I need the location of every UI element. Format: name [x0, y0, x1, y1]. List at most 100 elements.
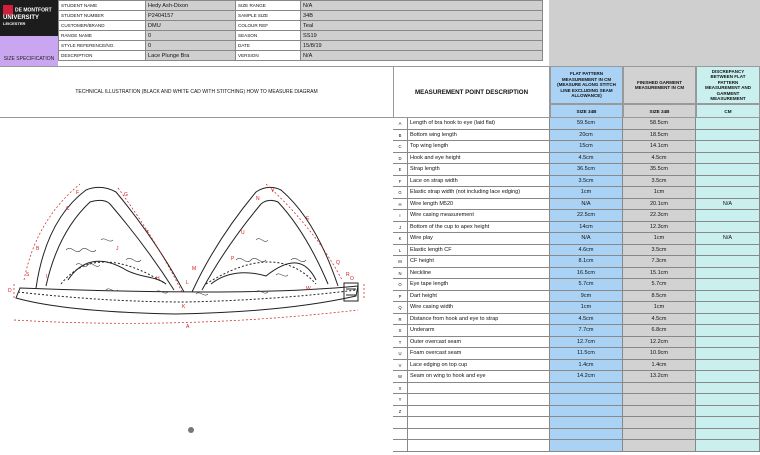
- bra-technical-illustration: A B C D E F G H I J K L M N O P QR S T U V W: [8, 183, 365, 330]
- row-flat-value: 1.4cm: [550, 359, 623, 371]
- row-letter: R: [393, 313, 408, 325]
- diagram-letter-label: Q: [336, 260, 340, 266]
- row-flat-value: 5.7cm: [550, 279, 623, 291]
- row-discrepancy-value: [696, 313, 760, 325]
- diagram-letter-label: M: [192, 266, 196, 272]
- diagram-letter-label: A: [186, 324, 190, 330]
- row-description: Eye tape length: [408, 279, 550, 291]
- row-letter: C: [393, 141, 408, 153]
- header-value: DMU: [145, 20, 236, 31]
- row-discrepancy-value: [696, 336, 760, 348]
- diagram-letter-label: D: [8, 288, 12, 294]
- table-row: [393, 428, 760, 440]
- row-discrepancy-value: [696, 417, 760, 429]
- row-flat-value: 16.5cm: [550, 267, 623, 279]
- table-row: Z: [393, 405, 760, 417]
- row-discrepancy-value: [696, 348, 760, 360]
- row-finished-value: 58.5cm: [623, 118, 696, 130]
- row-description: Seam on wing to hook and eye: [408, 371, 550, 383]
- row-description: Elastic length CF: [408, 244, 550, 256]
- header-value: 15/8/19: [300, 40, 543, 51]
- row-letter: V: [393, 359, 408, 371]
- diagram-letter-label: U: [241, 230, 245, 236]
- row-description: Dart height: [408, 290, 550, 302]
- row-discrepancy-value: [696, 325, 760, 337]
- discrepancy-unit-label: CM: [696, 104, 760, 118]
- finished-garment-column-header: FINISHED GARMENT MEASUREMENT IN CM: [623, 66, 696, 104]
- header-info-table: STUDENT NAME Hedy Ash-Dixon SIZE RANGE N/A S…: [58, 0, 543, 61]
- table-row: O Eye tape length 5.7cm 5.7cm: [393, 279, 760, 291]
- row-discrepancy-value: [696, 256, 760, 268]
- row-letter: E: [393, 164, 408, 176]
- header-label: VERSION: [235, 50, 301, 61]
- row-flat-value: 4.5cm: [550, 152, 623, 164]
- table-row: C Top wing length 15cm 14.1cm: [393, 141, 760, 153]
- row-finished-value: 8.5cm: [623, 290, 696, 302]
- table-row: S Underarm 7.7cm 6.8cm: [393, 325, 760, 337]
- row-description: [408, 428, 550, 440]
- row-description: Wire play: [408, 233, 550, 245]
- diagram-letter-label: T: [146, 230, 149, 236]
- header-label: RANGE NAME: [58, 30, 146, 41]
- row-discrepancy-value: [696, 394, 760, 406]
- row-finished-value: 15.1cm: [623, 267, 696, 279]
- row-letter: F: [393, 175, 408, 187]
- row-flat-value: [550, 417, 623, 429]
- flat-size-label: SIZE 34B: [550, 104, 623, 118]
- row-discrepancy-value: N/A: [696, 233, 760, 245]
- table-row: W Seam on wing to hook and eye 14.2cm 13.2c…: [393, 371, 760, 383]
- row-discrepancy-value: [696, 290, 760, 302]
- row-description: Wire casing measurement: [408, 210, 550, 222]
- row-letter: [393, 428, 408, 440]
- header-label: DESCRIPTION: [58, 50, 146, 61]
- header-label: COLOUR REF: [235, 20, 301, 31]
- header-row: STYLE REFERENCE/NO. 0 DATE 15/8/19: [58, 40, 543, 51]
- row-finished-value: [623, 394, 696, 406]
- row-flat-value: 4.5cm: [550, 313, 623, 325]
- finished-size-label: SIZE 34B: [623, 104, 696, 118]
- row-description: Bottom of the cup to apex height: [408, 221, 550, 233]
- table-row: K Wire play N/A 1cm N/A: [393, 233, 760, 245]
- marker-dot: [188, 427, 194, 433]
- row-discrepancy-value: [696, 371, 760, 383]
- row-description: Foam overcast seam: [408, 348, 550, 360]
- row-letter: B: [393, 129, 408, 141]
- row-letter: J: [393, 221, 408, 233]
- row-finished-value: 20.1cm: [623, 198, 696, 210]
- row-finished-value: [623, 382, 696, 394]
- row-description: Underarm: [408, 325, 550, 337]
- header-label: STYLE REFERENCE/NO.: [58, 40, 146, 51]
- row-description: Hook and eye height: [408, 152, 550, 164]
- row-discrepancy-value: [696, 175, 760, 187]
- header-row: STUDENT NAME Hedy Ash-Dixon SIZE RANGE N/A: [58, 0, 543, 11]
- row-finished-value: 12.3cm: [623, 221, 696, 233]
- table-row: X: [393, 382, 760, 394]
- discrepancy-column-header: DISCREPANCY BETWEEN FLAT PATTERN MEASURE…: [696, 66, 760, 104]
- diagram-letter-label: S: [26, 272, 30, 278]
- table-row: Y: [393, 394, 760, 406]
- table-row: F Lace on strap width 3.5cm 3.5cm: [393, 175, 760, 187]
- row-letter: L: [393, 244, 408, 256]
- header-row: DESCRIPTION Lace Plunge Bra VERSION N/A: [58, 50, 543, 61]
- row-finished-value: 35.5cm: [623, 164, 696, 176]
- table-row: [393, 440, 760, 452]
- row-discrepancy-value: [696, 152, 760, 164]
- row-discrepancy-value: [696, 382, 760, 394]
- row-discrepancy-value: [696, 279, 760, 291]
- diagram-letter-label: G: [124, 192, 128, 198]
- header-value: 34B: [300, 10, 543, 21]
- row-flat-value: 59.5cm: [550, 118, 623, 130]
- row-flat-value: 4.6cm: [550, 244, 623, 256]
- header-value: Hedy Ash-Dixon: [145, 0, 236, 11]
- header-label: DATE: [235, 40, 301, 51]
- diagram-letter-label: L: [186, 280, 189, 286]
- row-finished-value: 7.3cm: [623, 256, 696, 268]
- row-flat-value: 1cm: [550, 187, 623, 199]
- row-discrepancy-value: [696, 141, 760, 153]
- diagram-letter-label: N: [256, 196, 260, 202]
- table-row: R Distance from hook and eye to strap 4.5c…: [393, 313, 760, 325]
- row-letter: K: [393, 233, 408, 245]
- row-finished-value: 3.5cm: [623, 175, 696, 187]
- row-discrepancy-value: N/A: [696, 198, 760, 210]
- row-letter: G: [393, 187, 408, 199]
